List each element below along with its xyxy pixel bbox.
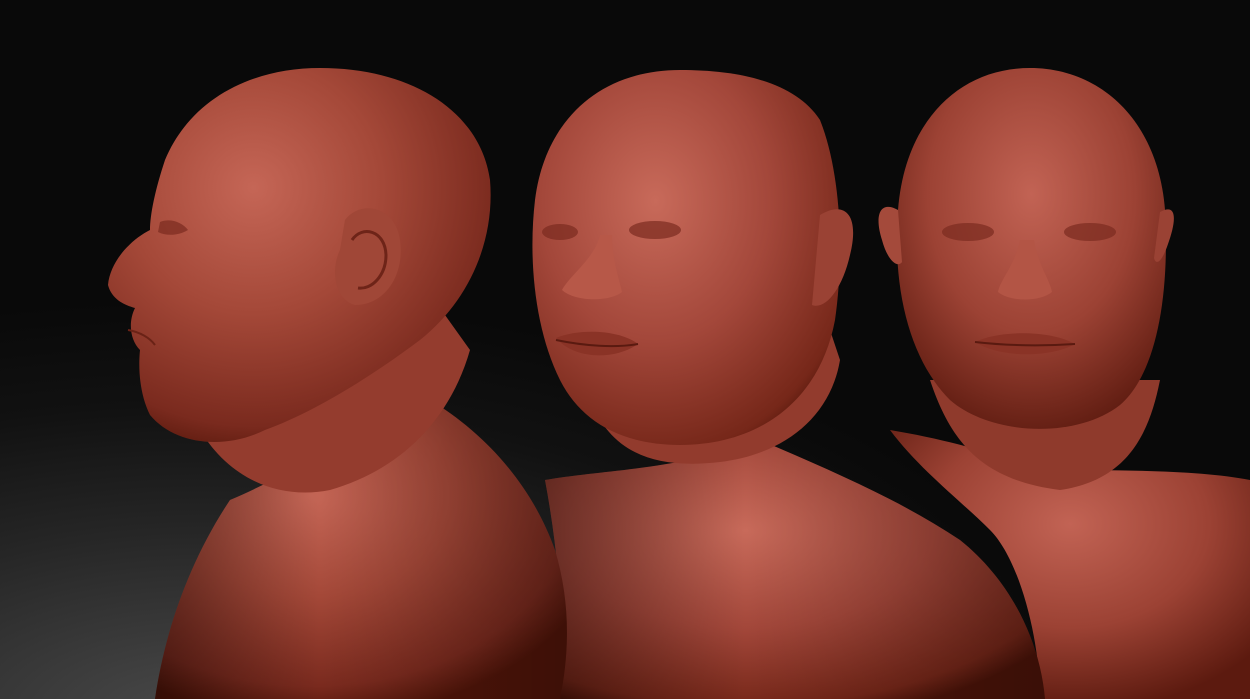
front-bust-eye-left	[942, 223, 994, 241]
bust-profile-view	[108, 68, 567, 699]
three-quarter-bust-eye-right	[629, 221, 681, 239]
front-bust-eye-right	[1064, 223, 1116, 241]
three-quarter-bust-eye-left	[542, 224, 578, 240]
bust-render	[108, 68, 1250, 699]
sculpt-render-viewport	[0, 0, 1250, 699]
three-quarter-bust-head	[532, 70, 840, 445]
